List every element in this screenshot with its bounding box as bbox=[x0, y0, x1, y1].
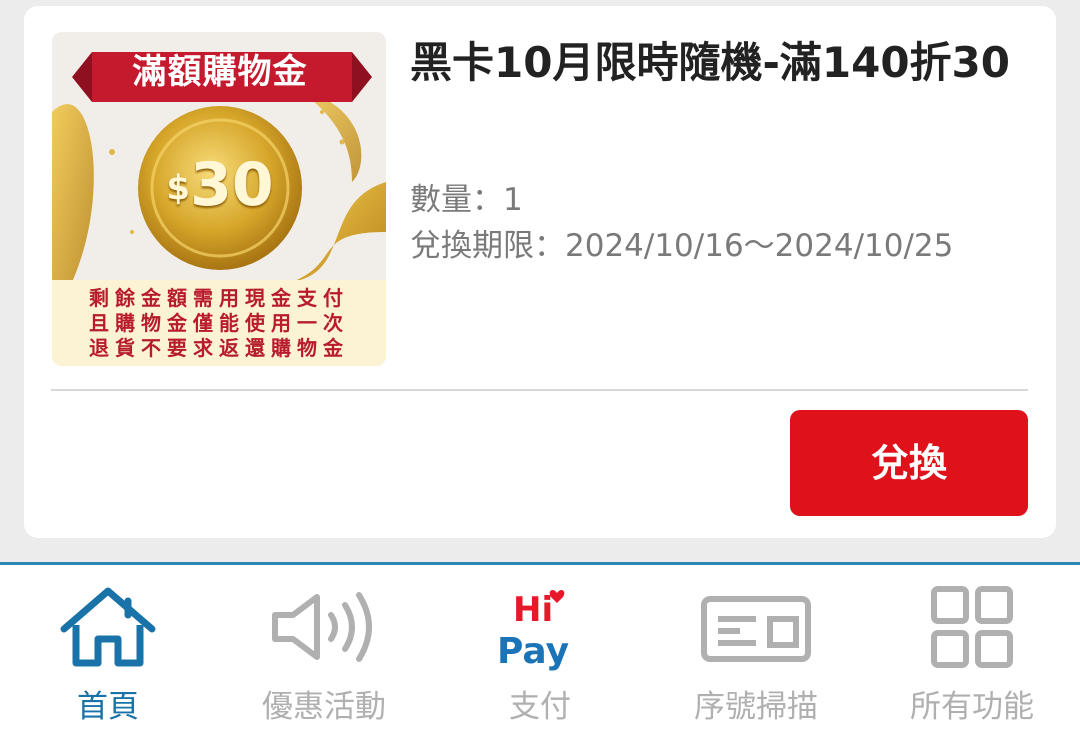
tab-label: 首頁 bbox=[77, 689, 139, 725]
speaker-icon bbox=[269, 585, 379, 673]
bottom-tab-bar: 首頁 優惠活動 Hi Pay 支付 序號掃描 所有功能 bbox=[0, 562, 1080, 736]
card-divider bbox=[51, 389, 1028, 391]
coupon-thumbnail: 滿額購物金 $30 剩餘金額需用現金支付 且購物金僅能使用一次 退貨不要求返還購… bbox=[52, 32, 386, 366]
barcode-scan-icon bbox=[700, 585, 812, 669]
tab-label: 優惠活動 bbox=[262, 689, 386, 725]
coupon-card: 滿額購物金 $30 剩餘金額需用現金支付 且購物金僅能使用一次 退貨不要求返還購… bbox=[24, 6, 1056, 538]
grid-icon bbox=[930, 585, 1014, 673]
coin-value: 30 bbox=[190, 150, 274, 220]
coupon-quantity: 數量：1 bbox=[410, 182, 523, 218]
tab-serial-scan[interactable]: 序號掃描 bbox=[656, 565, 856, 736]
tab-payment[interactable]: Hi Pay 支付 bbox=[440, 565, 640, 736]
tab-home[interactable]: 首頁 bbox=[8, 565, 208, 736]
coin-amount: $30 bbox=[150, 150, 290, 223]
svg-text:Pay: Pay bbox=[497, 631, 569, 671]
tab-label: 支付 bbox=[509, 689, 571, 725]
thumbnail-note-line: 剩餘金額需用現金支付 bbox=[89, 286, 349, 310]
coin-currency: $ bbox=[166, 168, 191, 209]
tab-promotions[interactable]: 優惠活動 bbox=[224, 565, 424, 736]
tab-all-features[interactable]: 所有功能 bbox=[872, 565, 1072, 736]
hipay-logo: Hi Pay bbox=[495, 585, 585, 675]
redeem-button[interactable]: 兌換 bbox=[790, 410, 1028, 516]
thumbnail-banner-text: 滿額購物金 bbox=[132, 52, 308, 92]
thumbnail-note: 剩餘金額需用現金支付 且購物金僅能使用一次 退貨不要求返還購物金 bbox=[52, 280, 386, 366]
tab-label: 所有功能 bbox=[910, 689, 1034, 725]
home-icon bbox=[58, 585, 158, 673]
thumbnail-note-line: 且購物金僅能使用一次 bbox=[89, 311, 349, 335]
thumbnail-note-line: 退貨不要求返還購物金 bbox=[89, 336, 349, 360]
svg-text:Hi: Hi bbox=[513, 590, 553, 630]
tab-label: 序號掃描 bbox=[694, 689, 818, 725]
coupon-title: 黑卡10月限時隨機-滿140折30 bbox=[410, 38, 1010, 87]
coupon-redeem-period: 兌換期限：2024/10/16～2024/10/25 bbox=[410, 228, 954, 264]
